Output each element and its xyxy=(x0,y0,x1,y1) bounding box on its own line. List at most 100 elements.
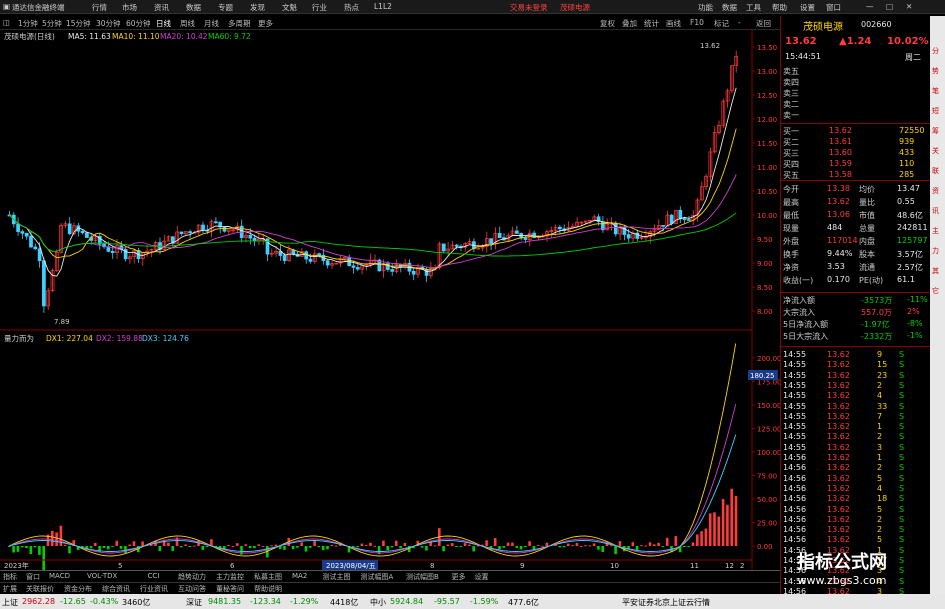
indicator-tab[interactable]: 窗口 xyxy=(26,572,40,582)
side-tab[interactable]: 它 xyxy=(932,286,939,296)
indicator-bar xyxy=(455,546,458,547)
menu-item-gongneng[interactable]: 功能 xyxy=(698,2,713,13)
stat-row: 收益(一) 0.170 PE(动) 61.1 xyxy=(781,275,931,286)
side-tab[interactable]: 其 xyxy=(932,266,939,276)
sh-index-amount: 3460亿 xyxy=(122,598,151,607)
tab-monthly[interactable]: 月线 xyxy=(204,18,219,29)
btn-f10[interactable]: F10 xyxy=(690,18,704,27)
menu-item-l1l2[interactable]: L1L2 xyxy=(374,2,392,11)
zx-index-name[interactable]: 中小 xyxy=(370,597,386,608)
indicator-y-tick: 75.00 xyxy=(757,473,777,481)
menu-item-shezhi[interactable]: 设置 xyxy=(800,2,815,13)
side-tabs: 分势笔短筹关联资讯主力其它 xyxy=(930,16,945,594)
indicator-tab[interactable]: 测试主图 xyxy=(323,572,351,582)
tick-row-cell: 14:55 xyxy=(783,442,807,452)
side-tab[interactable]: 筹 xyxy=(932,126,939,136)
tab-multi[interactable]: 多周期 xyxy=(228,18,251,29)
indicator-tab[interactable]: 私募主图 xyxy=(254,572,282,582)
indicator-bar xyxy=(201,546,205,550)
btn-fanhui[interactable]: 返回 xyxy=(756,18,771,29)
tab-30min[interactable]: 30分钟 xyxy=(96,18,121,29)
side-tab[interactable]: 讯 xyxy=(932,206,939,216)
btn-tongji[interactable]: 统计 xyxy=(644,18,659,29)
menu-item-hangqing[interactable]: 行情 xyxy=(92,2,107,13)
indicator-tab[interactable]: MACD xyxy=(49,572,70,580)
indicator-tab[interactable]: VOL-TDX xyxy=(87,572,117,580)
menu-item-wenkui[interactable]: 文魁 xyxy=(282,2,297,13)
side-tab[interactable]: 笔 xyxy=(932,86,939,96)
menu-item-redian[interactable]: 热点 xyxy=(344,2,359,13)
indicator-bar xyxy=(536,544,540,546)
btn-biaoji[interactable]: 标记 xyxy=(714,18,729,29)
side-tab[interactable]: 关 xyxy=(932,146,939,156)
extension-tab[interactable]: 行业资讯 xyxy=(140,584,168,594)
indicator-tab[interactable]: 主力监控 xyxy=(216,572,244,582)
server-info[interactable]: 平安证券北京上证云行情 xyxy=(622,597,710,608)
tab-60min[interactable]: 60分钟 xyxy=(126,18,151,29)
toggle-icon[interactable]: ◫ xyxy=(3,18,10,27)
extension-tab[interactable]: 扩展 xyxy=(3,584,17,594)
indicator-tab[interactable]: 测试幅图A xyxy=(361,572,394,582)
indicator-tab[interactable]: MA2 xyxy=(292,572,307,580)
extension-tab[interactable]: 综合资讯 xyxy=(102,584,130,594)
trade-login-status[interactable]: 交易未登录 xyxy=(510,2,548,13)
btn-diejia[interactable]: 叠加 xyxy=(622,18,637,29)
side-tab[interactable]: 资 xyxy=(932,186,939,196)
btn-minus[interactable]: - xyxy=(738,18,741,27)
tab-weekly[interactable]: 周线 xyxy=(180,18,195,29)
tab-15min[interactable]: 15分钟 xyxy=(66,18,91,29)
indicator-bar xyxy=(700,531,703,546)
indicator-tab[interactable]: 趋势动力 xyxy=(178,572,206,582)
menu-item-shuju2[interactable]: 数据 xyxy=(722,2,737,13)
side-tab[interactable]: 主 xyxy=(932,226,939,236)
tab-5min[interactable]: 5分钟 xyxy=(42,18,62,29)
indicator-tab[interactable]: CCI xyxy=(148,572,160,580)
maximize-icon[interactable]: □ xyxy=(886,2,893,11)
sh-index-name[interactable]: 上证 xyxy=(2,597,18,608)
dx2-label: DX2: 159.88 xyxy=(96,334,143,343)
indicator-tab[interactable]: 更多 xyxy=(452,572,466,582)
indicator-bar xyxy=(330,544,334,546)
side-tab[interactable]: 联 xyxy=(932,166,939,176)
tab-more[interactable]: 更多 xyxy=(258,18,273,29)
close-icon[interactable]: ✕ xyxy=(906,2,912,11)
tab-daily[interactable]: 日线 xyxy=(156,18,171,29)
extension-tab[interactable]: 帮助说明 xyxy=(254,584,282,594)
side-tab[interactable]: 短 xyxy=(932,106,939,116)
menu-item-shichang[interactable]: 市场 xyxy=(122,2,137,13)
menu-item-zixun[interactable]: 资讯 xyxy=(154,2,169,13)
btn-huaxian[interactable]: 画线 xyxy=(666,18,681,29)
menu-item-gongju[interactable]: 工具 xyxy=(746,2,761,13)
extension-tab[interactable]: 资金分布 xyxy=(64,584,92,594)
extension-tab[interactable]: 互动问答 xyxy=(178,584,206,594)
buy-level-cell: 13.58 xyxy=(829,170,852,179)
menu-item-chuangkou[interactable]: 窗口 xyxy=(826,2,841,13)
menu-item-bangzhu[interactable]: 帮助 xyxy=(772,2,787,13)
tick-row-cell: S xyxy=(899,432,905,442)
side-tab[interactable]: 势 xyxy=(932,66,939,76)
menu-item-faxian[interactable]: 发现 xyxy=(250,2,265,13)
candle-body xyxy=(390,269,395,272)
indicator-bar xyxy=(420,546,424,548)
indicator-tab[interactable]: 设置 xyxy=(475,572,489,582)
menu-item-hangye[interactable]: 行业 xyxy=(312,2,327,13)
indicator-y-tick: 25.00 xyxy=(757,520,777,528)
chart-svg[interactable]: 茂硕电源(日线) MA5: 11.63 MA10: 11.10 MA20: 10… xyxy=(0,30,780,570)
tab-1min[interactable]: 1分钟 xyxy=(18,18,38,29)
side-tab[interactable]: 力 xyxy=(932,246,939,256)
extension-tab[interactable]: 董秘答问 xyxy=(216,584,244,594)
btn-fuquan[interactable]: 复权 xyxy=(600,18,615,29)
chart-area[interactable]: 茂硕电源(日线) MA5: 11.63 MA10: 11.10 MA20: 10… xyxy=(0,30,780,570)
minimize-icon[interactable]: — xyxy=(866,2,874,11)
extension-tab[interactable]: 关联报价 xyxy=(26,584,54,594)
indicator-tab[interactable]: 指标 xyxy=(3,572,17,582)
tick-row-cell: 23 xyxy=(877,370,888,380)
buy-level-cell: 110 xyxy=(899,159,915,168)
side-tab[interactable]: 分 xyxy=(932,46,939,56)
sz-index-name[interactable]: 深证 xyxy=(186,597,202,608)
tick-row-cell: 14:56 xyxy=(783,483,807,493)
indicator-tab[interactable]: 测试幅图B xyxy=(406,572,439,582)
indicator-bar xyxy=(575,542,579,546)
menu-item-zhuanti[interactable]: 专题 xyxy=(218,2,233,13)
menu-item-shuju[interactable]: 数据 xyxy=(186,2,201,13)
